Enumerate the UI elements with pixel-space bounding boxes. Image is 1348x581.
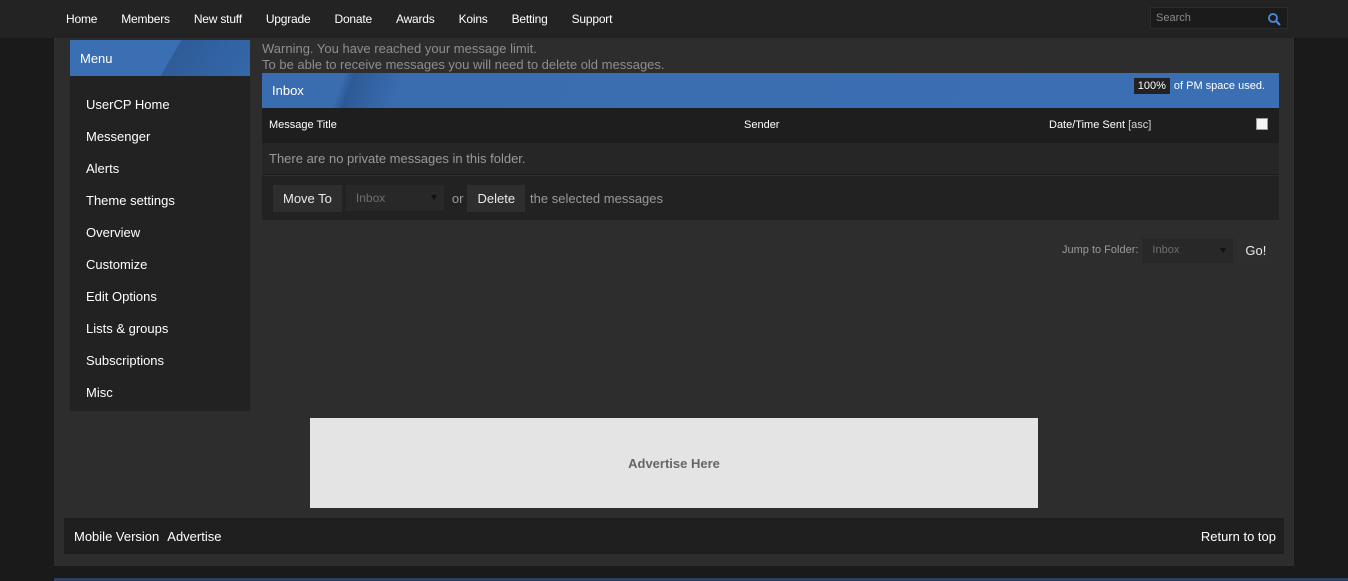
footer: Mobile Version Advertise Return to top (64, 518, 1284, 554)
move-to-button[interactable]: Move To (273, 184, 342, 212)
delete-button[interactable]: Delete (467, 184, 526, 212)
nav-item-support[interactable]: Support (572, 12, 613, 26)
chevron-down-icon (1220, 247, 1227, 253)
ad-banner[interactable]: Advertise Here (310, 418, 1038, 508)
nav-item-donate[interactable]: Donate (334, 12, 372, 26)
column-date-label[interactable]: Date/Time Sent (1049, 119, 1125, 131)
bulk-actions-row: Move To Inbox or Delete the selected mes… (262, 176, 1279, 220)
jump-label: Jump to Folder: (1062, 244, 1139, 256)
column-date-sent: Date/Time Sent [asc] (1049, 119, 1151, 131)
messages-table-header: Message Title Sender Date/Time Sent [asc… (262, 108, 1279, 143)
pm-usage-text: of PM space used. (1173, 80, 1265, 92)
jump-to-folder: Jump to Folder: Inbox Go! (1062, 237, 1275, 263)
sidebar-list: UserCP Home Messenger Alerts Theme setti… (70, 76, 250, 408)
jump-folder-select[interactable]: Inbox (1142, 237, 1234, 263)
nav-item-koins[interactable]: Koins (459, 12, 488, 26)
sidebar-item-misc[interactable]: Misc (70, 376, 250, 408)
top-navbar: Home Members New stuff Upgrade Donate Aw… (0, 0, 1348, 38)
inbox-header: Inbox 100% of PM space used. (262, 73, 1279, 108)
usercp-sidebar: Menu UserCP Home Messenger Alerts Theme … (70, 40, 250, 411)
sidebar-item-edit-options[interactable]: Edit Options (70, 280, 250, 312)
warning-line-1: Warning. You have reached your message l… (262, 41, 537, 56)
column-message-title[interactable]: Message Title (269, 119, 337, 131)
nav-item-betting[interactable]: Betting (512, 12, 548, 26)
nav-item-members[interactable]: Members (121, 12, 170, 26)
move-folder-selected: Inbox (355, 191, 386, 205)
return-to-top-link[interactable]: Return to top (1201, 529, 1276, 544)
sidebar-item-lists-groups[interactable]: Lists & groups (70, 312, 250, 344)
sidebar-item-messenger[interactable]: Messenger (70, 120, 250, 152)
advertise-link[interactable]: Advertise (167, 529, 221, 544)
sidebar-item-theme-settings[interactable]: Theme settings (70, 184, 250, 216)
nav-item-home[interactable]: Home (66, 12, 97, 26)
search-box (1150, 7, 1288, 29)
sidebar-item-usercp-home[interactable]: UserCP Home (70, 88, 250, 120)
sidebar-title: Menu (70, 40, 250, 76)
move-folder-select[interactable]: Inbox (345, 185, 444, 211)
nav-item-new-stuff[interactable]: New stuff (194, 12, 242, 26)
chevron-down-icon (430, 195, 437, 200)
pm-percent-badge: 100% (1133, 78, 1170, 94)
sort-asc-link[interactable]: [asc] (1128, 119, 1151, 131)
sidebar-item-subscriptions[interactable]: Subscriptions (70, 344, 250, 376)
column-sender[interactable]: Sender (744, 119, 779, 131)
empty-folder-message: There are no private messages in this fo… (262, 143, 1279, 175)
pm-usage: 100% of PM space used. (1133, 78, 1265, 94)
nav-menu: Home Members New stuff Upgrade Donate Aw… (66, 0, 636, 38)
jump-folder-selected: Inbox (1152, 244, 1180, 256)
or-label: or (451, 190, 464, 206)
go-button[interactable]: Go! (1237, 237, 1275, 263)
footer-links: Mobile Version Advertise (74, 529, 229, 544)
sidebar-item-customize[interactable]: Customize (70, 248, 250, 280)
message-limit-warning: Warning. You have reached your message l… (262, 41, 665, 73)
mobile-version-link[interactable]: Mobile Version (74, 529, 159, 544)
sidebar-item-overview[interactable]: Overview (70, 216, 250, 248)
inbox-title: Inbox (272, 83, 304, 98)
nav-item-awards[interactable]: Awards (396, 12, 435, 26)
select-all-checkbox[interactable] (1256, 118, 1268, 130)
sidebar-item-alerts[interactable]: Alerts (70, 152, 250, 184)
search-icon[interactable] (1267, 12, 1281, 26)
warning-line-2: To be able to receive messages you will … (262, 57, 665, 72)
search-input[interactable] (1151, 12, 1261, 24)
selected-messages-label: the selected messages (530, 190, 664, 206)
nav-item-upgrade[interactable]: Upgrade (266, 12, 311, 26)
